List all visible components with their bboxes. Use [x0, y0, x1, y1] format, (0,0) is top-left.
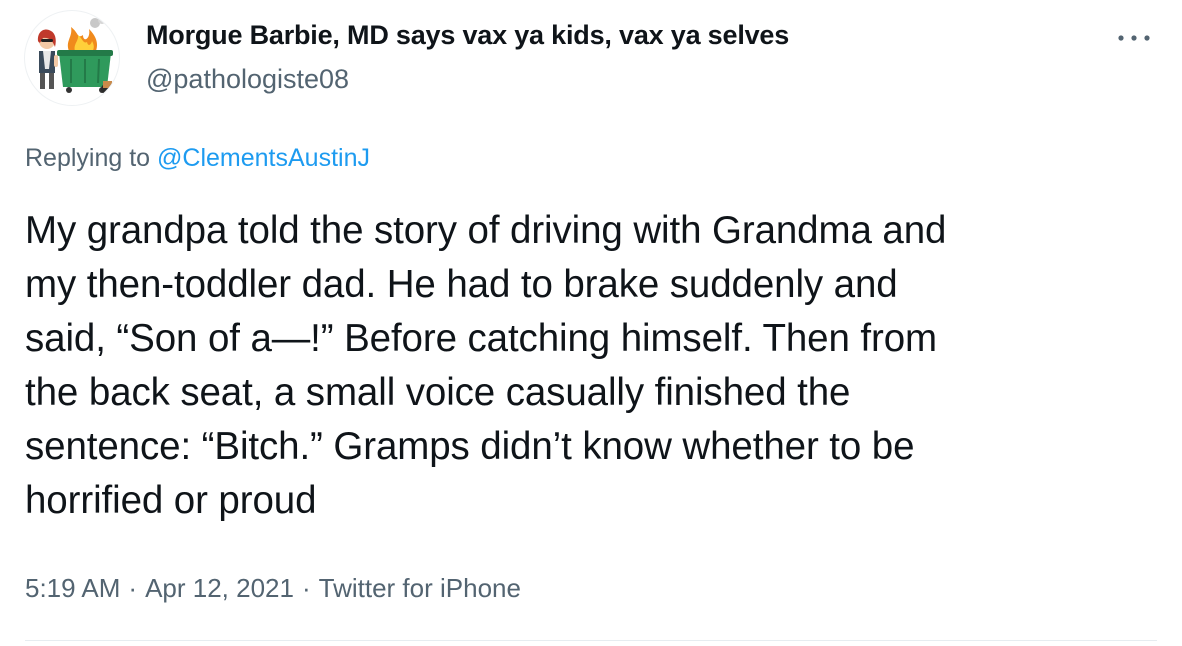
tweet-text-line: My grandpa told the story of driving wit…: [25, 209, 947, 252]
tweet: Morgue Barbie, MD says vax ya kids, vax …: [0, 0, 1182, 646]
replying-to-label: Replying to: [25, 144, 151, 172]
tweet-time[interactable]: 5:19 AM: [25, 573, 120, 603]
reply-mention-link[interactable]: @ClementsAustinJ: [157, 144, 370, 172]
more-options-button[interactable]: [1112, 24, 1156, 52]
more-horizontal-icon: [1118, 35, 1150, 41]
tweet-text-line: my then-toddler dad. He had to brake sud…: [25, 263, 898, 306]
tweet-text-line: sentence: “Bitch.” Gramps didn’t know wh…: [25, 425, 915, 468]
divider: [25, 640, 1157, 641]
avatar-dumpster-fire-icon: [37, 16, 117, 95]
meta-separator: ·: [128, 573, 138, 603]
tweet-source[interactable]: Twitter for iPhone: [319, 573, 521, 603]
meta-separator: ·: [301, 573, 311, 603]
avatar[interactable]: [24, 10, 120, 106]
replying-to: Replying to @ClementsAustinJ: [25, 144, 370, 173]
tweet-date[interactable]: Apr 12, 2021: [145, 573, 294, 603]
tweet-text: My grandpa told the story of driving wit…: [25, 204, 1165, 528]
tweet-metadata: 5:19 AM · Apr 12, 2021 · Twitter for iPhone: [25, 573, 521, 604]
tweet-text-line: said, “Son of a—!” Before catching himse…: [25, 317, 937, 360]
tweet-text-line: the back seat, a small voice casually fi…: [25, 371, 851, 414]
author-display-name[interactable]: Morgue Barbie, MD says vax ya kids, vax …: [146, 20, 789, 51]
tweet-text-line: horrified or proud: [25, 479, 317, 522]
author-handle[interactable]: @pathologiste08: [146, 64, 349, 95]
